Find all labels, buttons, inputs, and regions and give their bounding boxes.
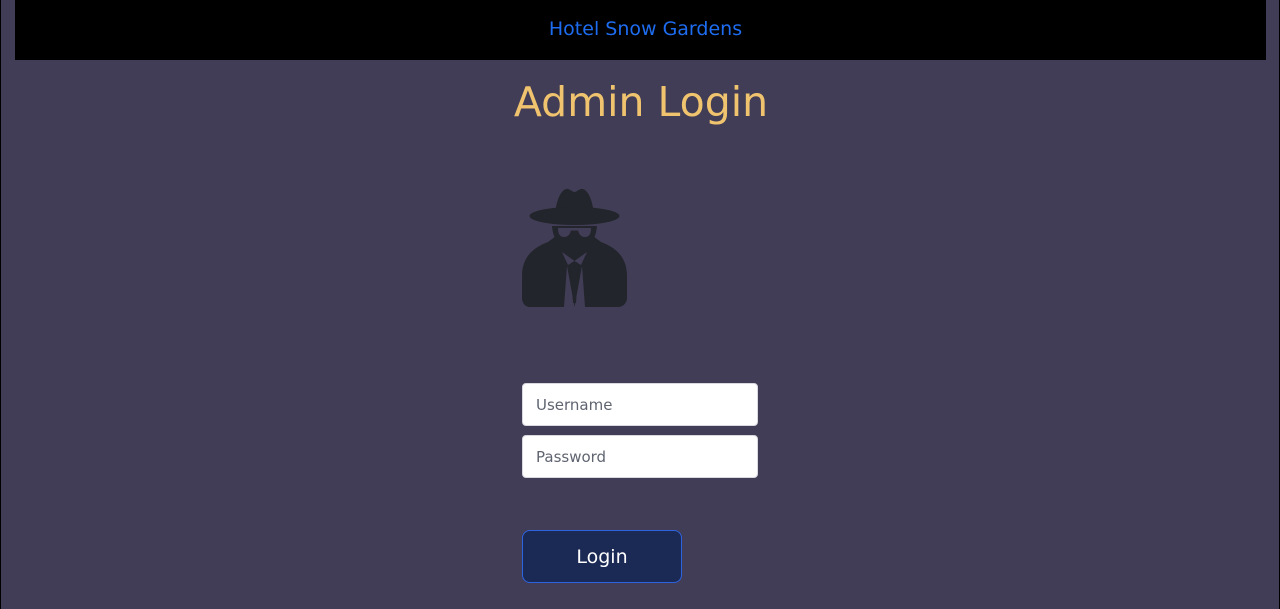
- page-title: Admin Login: [513, 78, 769, 126]
- site-name-link[interactable]: Hotel Snow Gardens: [549, 18, 742, 40]
- password-input[interactable]: [522, 435, 758, 478]
- username-input[interactable]: [522, 383, 758, 426]
- user-secret-icon: [522, 188, 627, 307]
- login-page: Hotel Snow Gardens Admin Login Username …: [0, 0, 1280, 609]
- login-button[interactable]: Login: [522, 530, 682, 583]
- top-navbar: Hotel Snow Gardens: [15, 0, 1266, 60]
